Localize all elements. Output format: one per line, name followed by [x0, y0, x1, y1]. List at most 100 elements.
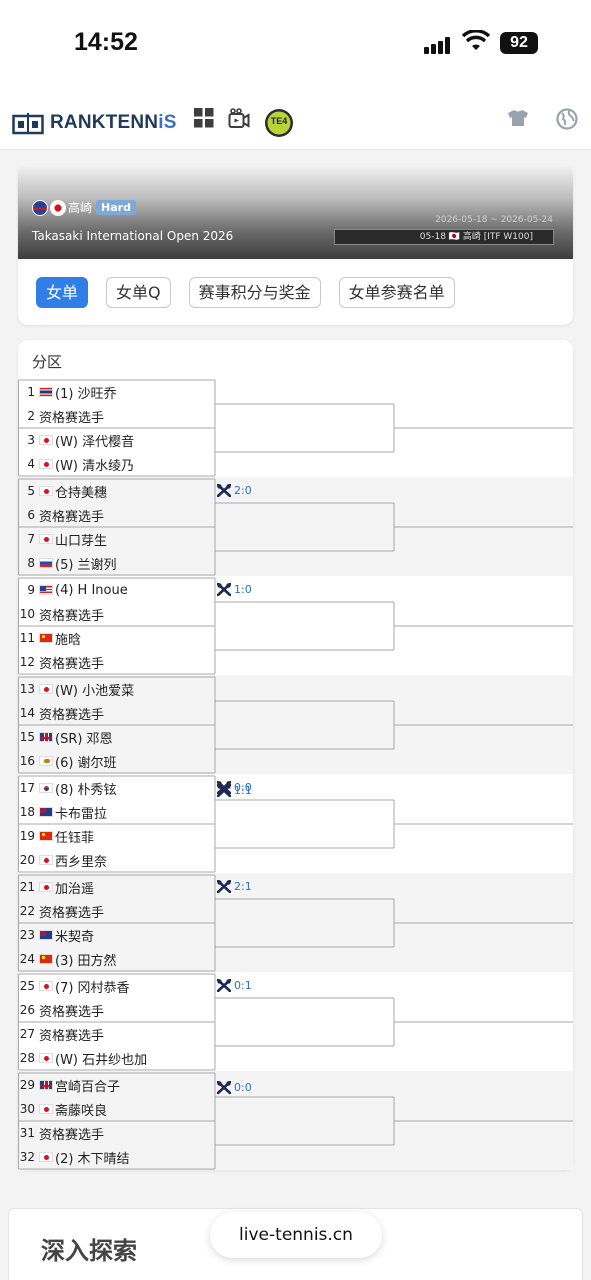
draw-position: 13: [19, 682, 35, 696]
tab-womens-singles-qualifying[interactable]: 女单Q: [106, 277, 171, 308]
player-row[interactable]: 23 米契奇: [18, 923, 215, 947]
draw-position: 16: [19, 754, 35, 768]
crossed-rackets-icon: [217, 979, 231, 992]
draw-position: 7: [27, 532, 35, 546]
country-flag-icon: [39, 1104, 53, 1114]
player-row[interactable]: 18 卡布雷拉: [18, 800, 215, 824]
player-row[interactable]: 7 山口芽生: [18, 527, 215, 551]
player-row[interactable]: 1 (1) 沙旺乔: [18, 380, 215, 404]
player-row[interactable]: 16 (6) 谢尔班: [18, 749, 215, 773]
match-score[interactable]: 2:1: [217, 880, 252, 893]
shirt-icon[interactable]: [508, 110, 528, 126]
country-flag-icon: [39, 633, 53, 643]
player-name: (4) H Inoue: [55, 582, 128, 598]
player-name: 资格赛选手: [39, 1028, 105, 1044]
globe-icon[interactable]: [556, 108, 578, 130]
match-score[interactable]: 0:0: [217, 1081, 252, 1094]
logo-scoreboard-icon: [12, 113, 44, 135]
player-name: 资格赛选手: [39, 1127, 105, 1143]
country-flag-icon: [39, 783, 53, 793]
draw-position: 1: [27, 385, 35, 399]
player-row[interactable]: 9 (4) H Inoue: [18, 578, 215, 602]
match-score[interactable]: 1:1: [217, 784, 252, 797]
draw-position: 23: [19, 928, 35, 942]
player-name: (5) 兰谢列: [55, 557, 117, 573]
player-row[interactable]: 31 资格赛选手: [18, 1121, 215, 1145]
player-row[interactable]: 12 资格赛选手: [18, 650, 215, 674]
player-name: (W) 泽代樱音: [55, 434, 135, 450]
draw-position: 8: [27, 556, 35, 570]
cellular-signal-icon: [424, 35, 452, 54]
player-name: 资格赛选手: [39, 656, 105, 672]
player-row[interactable]: 19 任钰菲: [18, 824, 215, 848]
country-flag-icon: [39, 534, 53, 544]
site-url-pill[interactable]: live-tennis.cn: [210, 1212, 382, 1258]
status-bar: 14:52 92: [0, 0, 591, 92]
player-row[interactable]: 22 资格赛选手: [18, 899, 215, 923]
player-row[interactable]: 25 (7) 冈村恭香: [18, 974, 215, 998]
tab-womens-singles[interactable]: 女单: [36, 277, 89, 308]
player-row[interactable]: 14 资格赛选手: [18, 701, 215, 725]
site-header: RANKTENNiS: [0, 92, 591, 150]
player-row[interactable]: 3 (W) 泽代樱音: [18, 428, 215, 452]
explore-title: 深入探索: [41, 1237, 137, 1265]
player-row[interactable]: 10 资格赛选手: [18, 602, 215, 626]
country-flag-icon: [39, 585, 53, 595]
site-logo[interactable]: RANKTENNiS: [12, 110, 177, 136]
player-row[interactable]: 20 西乡里奈: [18, 848, 215, 872]
player-name: 资格赛选手: [39, 608, 105, 624]
player-row[interactable]: 8 (5) 兰谢列: [18, 551, 215, 575]
player-row[interactable]: 32 (2) 木下晴结: [18, 1145, 215, 1169]
country-flag-icon: [39, 1080, 53, 1090]
player-row[interactable]: 30 斋藤咲良: [18, 1097, 215, 1121]
country-flag-icon: [39, 1053, 53, 1063]
country-flag-icon: [39, 930, 53, 940]
player-row[interactable]: 15 (SR) 邓恩: [18, 725, 215, 749]
player-row[interactable]: 11 施晗: [18, 626, 215, 650]
country-flag-icon: [39, 459, 53, 469]
score-text: 1:0: [234, 583, 252, 596]
crossed-rackets-icon: [217, 784, 231, 797]
score-text: 0:1: [234, 979, 252, 992]
tab-points-prize-money[interactable]: 赛事积分与奖金: [188, 277, 321, 308]
tab-entry-list[interactable]: 女单参赛名单: [338, 277, 455, 308]
score-text: 2:1: [234, 880, 252, 893]
tournament-city: 高崎: [68, 201, 93, 215]
match-score[interactable]: 0:1: [217, 979, 252, 992]
player-row[interactable]: 28 (W) 石井纱也加: [18, 1046, 215, 1070]
match-score[interactable]: 2:0: [217, 484, 252, 497]
draw-position: 4: [27, 457, 35, 471]
draw-position: 25: [19, 979, 35, 993]
player-row[interactable]: 2 资格赛选手: [18, 404, 215, 428]
player-name: 米契奇: [55, 929, 95, 945]
player-row[interactable]: 5 仓持美穗: [18, 479, 215, 503]
player-row[interactable]: 4 (W) 清水绫乃: [18, 452, 215, 476]
player-row[interactable]: 6 资格赛选手: [18, 503, 215, 527]
player-row[interactable]: 29 宫崎百合子: [18, 1073, 215, 1097]
player-row[interactable]: 13 (W) 小池爱菜: [18, 677, 215, 701]
tournament-card: 高崎 Hard 2026-05-18 ~ 2026-05-24 Takasaki…: [18, 165, 573, 325]
player-row[interactable]: 26 资格赛选手: [18, 998, 215, 1022]
player-name: 宫崎百合子: [55, 1079, 121, 1095]
draw-position: 28: [19, 1051, 35, 1065]
player-name: 西乡里奈: [55, 854, 108, 870]
player-row[interactable]: 17 (8) 朴秀铉: [18, 776, 215, 800]
player-row[interactable]: 27 资格赛选手: [18, 1022, 215, 1046]
video-icon[interactable]: [228, 108, 250, 130]
te4-badge[interactable]: TE4: [264, 108, 294, 142]
match-score[interactable]: 1:0: [217, 583, 252, 596]
grid-icon[interactable]: [194, 108, 214, 128]
player-name: (W) 石井纱也加: [55, 1052, 148, 1068]
country-flag-icon: [39, 855, 53, 865]
player-name: 仓持美穗: [55, 485, 108, 501]
draw-position: 2: [27, 409, 35, 423]
battery-indicator: 92: [500, 32, 538, 54]
draw-position: 27: [19, 1027, 35, 1041]
player-name: 山口芽生: [55, 533, 108, 549]
draw-position: 24: [19, 952, 35, 966]
player-row[interactable]: 21 加治遥: [18, 875, 215, 899]
draw-position: 31: [19, 1126, 35, 1140]
player-row[interactable]: 24 (3) 田方然: [18, 947, 215, 971]
te4-label: TE4: [270, 116, 288, 126]
score-text: 0:0: [234, 1081, 252, 1094]
